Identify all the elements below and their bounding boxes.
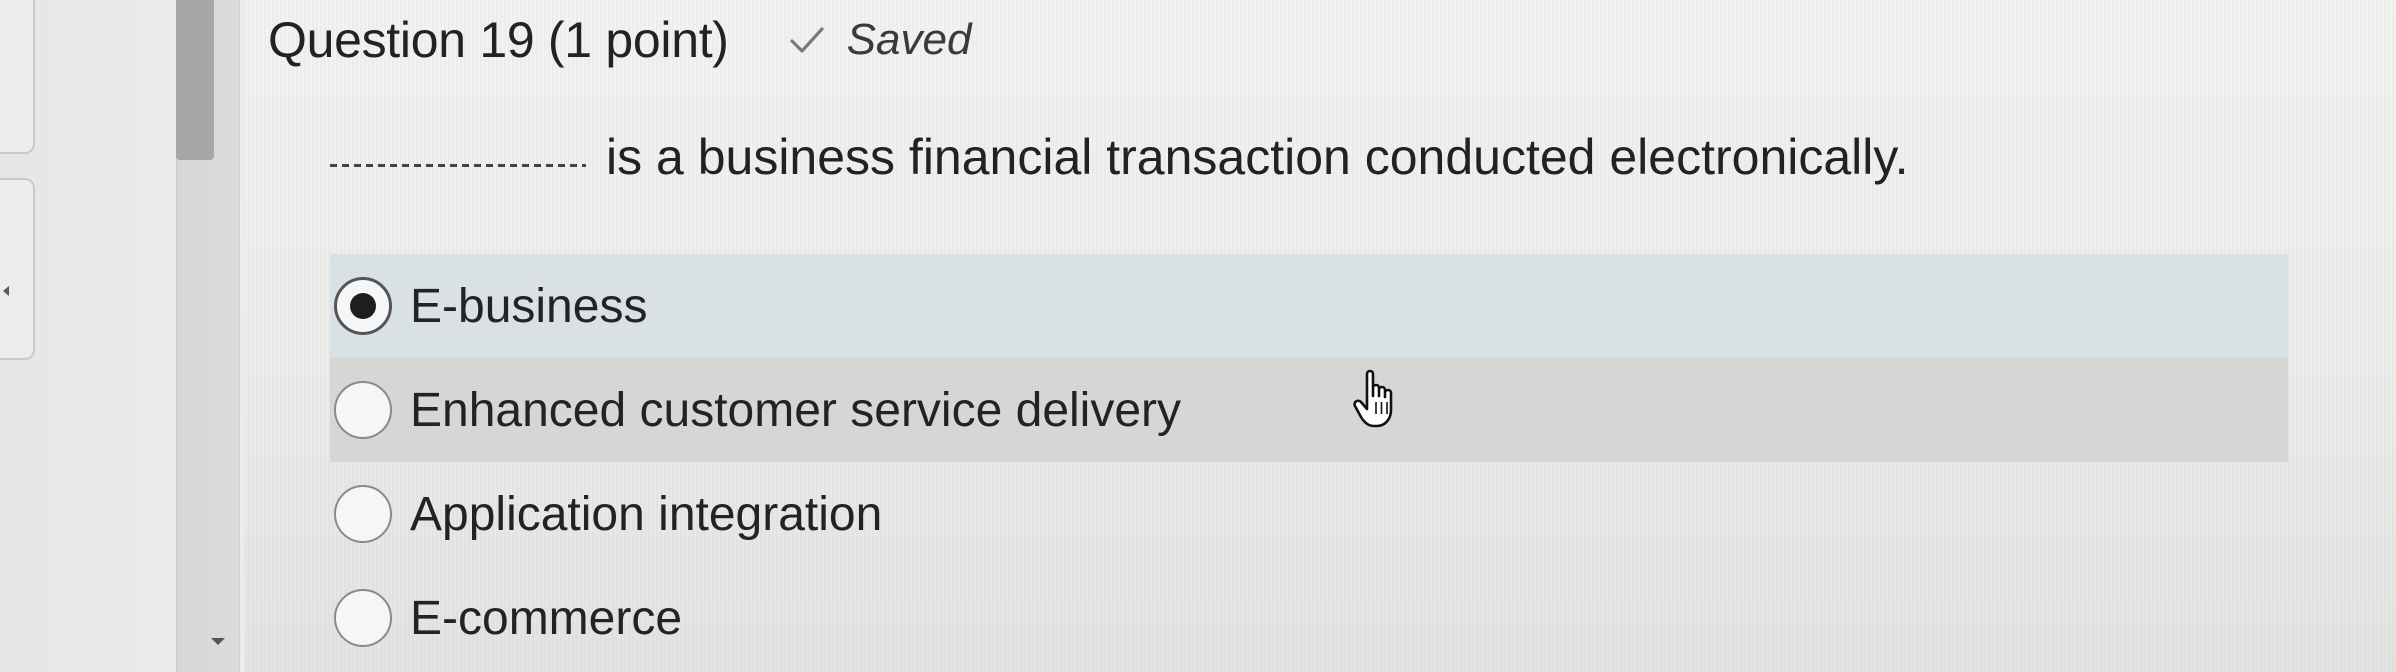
question-title: Question 19 (1 point): [268, 12, 729, 68]
option-e-business[interactable]: E-business: [330, 254, 2288, 358]
previous-question-card[interactable]: [0, 0, 35, 154]
hand-pointer-icon: [1353, 369, 1393, 428]
option-application-integration[interactable]: Application integration: [330, 462, 2288, 566]
answer-options: E-business Enhanced customer service del…: [330, 254, 2288, 670]
checkmark-icon: [790, 27, 824, 53]
question-nav-card[interactable]: [0, 178, 35, 360]
option-e-commerce[interactable]: E-commerce: [330, 566, 2288, 670]
radio-button[interactable]: [334, 485, 392, 543]
option-label[interactable]: E-commerce: [410, 591, 682, 646]
option-enhanced-customer-service-delivery[interactable]: Enhanced customer service delivery: [330, 358, 2288, 462]
scrollbar-thumb[interactable]: [176, 0, 214, 160]
option-label[interactable]: Application integration: [410, 487, 882, 542]
answer-blank: [330, 164, 586, 168]
radio-dot: [350, 293, 376, 319]
radio-button[interactable]: [334, 381, 392, 439]
radio-button-selected[interactable]: [334, 277, 392, 335]
option-label[interactable]: E-business: [410, 279, 647, 334]
question-header: Question 19 (1 point) Saved: [268, 10, 971, 70]
option-label[interactable]: Enhanced customer service delivery: [410, 383, 1181, 438]
question-stem: is a business financial transaction cond…: [606, 129, 1909, 185]
saved-status: Saved: [846, 15, 972, 64]
radio-button[interactable]: [334, 589, 392, 647]
caret-left-icon: [3, 286, 9, 296]
scroll-down-arrow-icon[interactable]: [211, 638, 225, 645]
question-text: is a business financial transaction cond…: [330, 128, 1909, 186]
